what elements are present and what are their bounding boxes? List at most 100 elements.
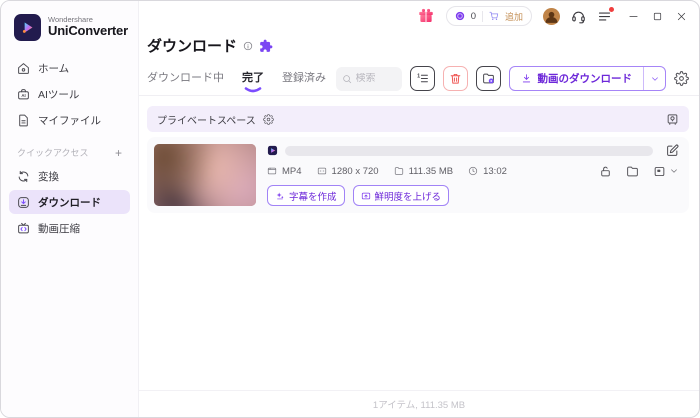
file-name-redacted [285,145,653,156]
sidebar-item-label: ホーム [38,62,70,75]
resolution-icon [317,167,326,175]
video-compress-icon [18,222,29,233]
my-files-icon [19,114,28,126]
snapshot-button[interactable] [653,165,679,178]
tab-downloading[interactable]: ダウンロード中 [147,69,224,88]
sidebar-item-convert[interactable]: 変換 [9,164,130,188]
download-nav-icon [18,196,29,208]
status-bar: 1アイテム, 111.35 MB [139,390,699,417]
sidebar-item-home[interactable]: ホーム [9,56,130,80]
puzzle-icon[interactable] [259,39,273,53]
trash-icon [450,73,460,84]
minimize-icon[interactable] [628,11,639,22]
convert-icon [18,170,29,182]
page-header: ダウンロード [139,31,699,62]
menu-button[interactable] [597,6,614,24]
safe-icon [667,113,678,125]
search-box[interactable] [335,66,402,91]
video-file-icon [267,167,277,175]
edit-icon [667,144,679,156]
ai-subtitle-icon [276,191,284,199]
cart-icon [489,11,499,20]
status-summary: 1アイテム, 111.35 MB [372,400,466,411]
open-folder-button[interactable] [475,66,501,91]
settings-button[interactable] [674,71,689,86]
page-title: ダウンロード [147,38,238,55]
lock-icon[interactable] [599,165,612,178]
cart-add-label: 追加 [504,11,523,22]
home-icon [18,62,29,74]
file-duration: 13:02 [468,166,507,177]
sidebar-item-download[interactable]: ダウンロード [9,190,130,214]
content-area: プライベートスペース MP4 1280 x 720 111.35 MB 13:0… [139,96,699,390]
brand-product: UniConverter [48,23,128,39]
app-window: Wondershare UniConverter ホーム AI AIツール マイ… [0,0,700,418]
quick-access-section: クイックアクセス + [17,146,122,159]
folder-icon [394,167,403,175]
search-icon [342,74,351,83]
gift-icon[interactable] [417,7,435,25]
chevron-down-icon [671,169,677,173]
create-subtitles-button[interactable]: 字幕を作成 [267,185,345,206]
private-space-label: プライベートスペース [157,115,256,127]
avatar[interactable] [543,7,560,25]
sidebar: Wondershare UniConverter ホーム AI AIツール マイ… [1,1,139,417]
numbered-list-button[interactable]: 1 [409,66,435,91]
quick-access-add-button[interactable]: + [115,147,122,159]
space-settings-icon[interactable] [262,113,274,125]
close-icon[interactable] [676,11,687,22]
download-video-button[interactable]: 動画のダウンロード [510,67,644,90]
headset-icon[interactable] [571,9,586,24]
folder-open-icon[interactable] [626,165,639,178]
file-format: MP4 [267,166,302,177]
svg-text:1: 1 [417,73,420,79]
folder-badge-icon [482,73,494,84]
notification-dot [609,6,614,12]
search-input[interactable] [355,73,396,84]
sidebar-item-label: 変換 [38,170,59,183]
file-resolution: 1280 x 720 [317,166,379,177]
gear-icon [674,71,689,86]
video-thumbnail[interactable] [154,144,256,206]
app-logo: Wondershare UniConverter [14,14,138,41]
download-arrow-icon [522,74,530,83]
download-video-label: 動画のダウンロード [537,73,633,85]
private-space-bar: プライベートスペース [147,106,689,132]
uniconverter-logo-icon [14,14,41,41]
delete-button[interactable] [442,66,468,91]
sidebar-item-label: ダウンロード [38,196,101,209]
numbered-list-icon: 1 [417,73,428,83]
clock-icon [468,166,478,176]
tabs: ダウンロード中 完了 登録済み [147,69,326,93]
enhance-icon [361,192,370,199]
tab-completed[interactable]: 完了 [242,69,264,93]
active-tab-underline [244,87,262,93]
quick-access-label: クイックアクセス [17,148,89,158]
download-video-split-button: 動画のダウンロード [508,66,666,91]
sidebar-item-label: 動画圧縮 [38,222,80,235]
sidebar-item-ai-tools[interactable]: AI AIツール [9,82,130,106]
sidebar-item-my-files[interactable]: マイファイル [9,108,130,132]
file-row[interactable]: MP4 1280 x 720 111.35 MB 13:02 字幕を作成 鮮明度… [147,137,689,213]
main-area: 0 追加 ダウンロード ダウンロード中 完了 登録済み 検索 1 動画のダウンロ… [139,1,699,417]
titlebar: 0 追加 [139,1,699,31]
ai-tools-icon: AI [18,88,29,99]
rename-button[interactable] [666,144,679,157]
tab-registered[interactable]: 登録済み [282,69,326,88]
safe-button[interactable] [666,113,679,126]
maximize-icon[interactable] [652,11,663,22]
sidebar-item-label: AIツール [38,88,80,101]
download-options-button[interactable] [643,67,665,90]
chevron-down-icon [651,76,658,81]
toolbar: 1 動画のダウンロード [335,66,690,91]
points-cart-pill[interactable]: 0 追加 [445,6,532,26]
sidebar-item-video-compress[interactable]: 動画圧縮 [9,216,130,240]
enhance-clarity-button[interactable]: 鮮明度を上げる [352,185,450,206]
info-icon[interactable] [243,41,253,51]
mini-app-icon [267,145,278,156]
coin-icon [455,11,464,21]
sidebar-item-label: マイファイル [38,114,101,127]
snapshot-icon [654,166,665,176]
tabs-toolbar: ダウンロード中 完了 登録済み 1 [139,62,699,96]
svg-text:AI: AI [21,92,25,97]
